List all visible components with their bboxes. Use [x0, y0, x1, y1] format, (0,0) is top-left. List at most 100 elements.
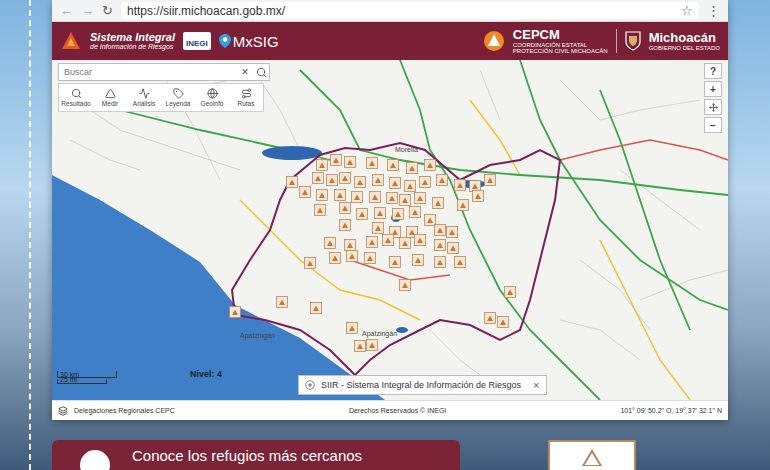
banner-text: Conoce los refugios más cercanos [132, 447, 362, 464]
shelter-pin-icon[interactable] [335, 190, 346, 201]
shelter-pin-icon[interactable] [433, 198, 444, 209]
shelter-pin-icon[interactable] [375, 208, 386, 219]
shelter-pin-icon[interactable] [317, 190, 328, 201]
shelter-pin-icon[interactable] [437, 175, 448, 186]
header-right: CEPCMCOORDINACIÓN ESTATALPROTECCIÓN CIVI… [483, 28, 720, 54]
tool-button[interactable]: Medir [93, 84, 127, 111]
shelter-pin-icon[interactable] [325, 238, 336, 249]
shelter-pin-icon[interactable] [313, 173, 324, 184]
tool-button[interactable]: Análisis [127, 84, 161, 111]
shelter-pin-icon[interactable] [505, 287, 516, 298]
shelter-pin-icon[interactable] [373, 175, 384, 186]
shelter-pin-icon[interactable] [330, 253, 341, 264]
shelter-pin-icon[interactable] [352, 192, 363, 203]
shelter-pin-icon[interactable] [413, 255, 424, 266]
shelter-pin-icon[interactable] [355, 341, 366, 352]
tool-button[interactable]: Geoinfo [195, 84, 229, 111]
shelter-pin-icon[interactable] [410, 207, 421, 218]
shelter-pin-icon[interactable] [498, 317, 509, 328]
shelter-pin-icon[interactable] [485, 175, 496, 186]
shelter-pin-icon[interactable] [415, 193, 426, 204]
shelter-pin-icon[interactable] [473, 191, 484, 202]
shelter-pin-icon[interactable] [315, 205, 326, 216]
shelter-pin-icon[interactable] [365, 253, 376, 264]
tool-button[interactable]: Resultado [59, 84, 93, 111]
shelter-pin-icon[interactable] [287, 177, 298, 188]
shelter-pin-icon[interactable] [470, 181, 481, 192]
shelter-pin-icon[interactable] [277, 297, 288, 308]
shelter-pin-icon[interactable] [435, 225, 446, 236]
shelter-pin-icon[interactable] [383, 235, 394, 246]
shelter-pin-icon[interactable] [355, 177, 366, 188]
shelter-pin-icon[interactable] [448, 243, 459, 254]
shelter-pin-icon[interactable] [300, 187, 311, 198]
address-bar[interactable]: https://siir.michoacan.gob.mx/☆ [121, 2, 699, 19]
shelter-pin-icon[interactable] [400, 238, 411, 249]
shelter-pin-icon[interactable] [455, 257, 466, 268]
shelter-pin-icon[interactable] [331, 155, 342, 166]
shelter-pin-icon[interactable] [455, 180, 466, 191]
shelter-pin-icon[interactable] [407, 163, 418, 174]
zoom-out-button[interactable]: − [704, 117, 722, 133]
shelter-pin-icon[interactable] [415, 235, 426, 246]
reload-button[interactable]: ↻ [102, 4, 113, 17]
shelter-pin-icon[interactable] [485, 313, 496, 324]
zoom-in-button[interactable]: + [704, 81, 722, 97]
shelter-pin-icon[interactable] [340, 203, 351, 214]
pan-button[interactable] [704, 99, 722, 115]
tool-button[interactable]: Leyenda [161, 84, 195, 111]
shelter-pin-icon[interactable] [425, 160, 436, 171]
ocean [52, 175, 385, 400]
shelter-pin-icon[interactable] [458, 200, 469, 211]
clear-button[interactable]: × [237, 65, 253, 79]
shelter-pin-icon[interactable] [435, 240, 446, 251]
shelter-pin-icon[interactable] [340, 173, 351, 184]
shelter-pin-icon[interactable] [345, 240, 356, 251]
shelter-pin-icon[interactable] [400, 280, 411, 291]
shelter-pin-icon[interactable] [347, 251, 358, 262]
forward-button[interactable]: → [81, 4, 94, 17]
shelter-pin-icon[interactable] [347, 323, 358, 334]
shelter-pin-icon[interactable] [367, 340, 378, 351]
shelter-pin-icon[interactable] [387, 193, 398, 204]
shelter-pin-icon[interactable] [230, 307, 241, 318]
shelter-pin-icon[interactable] [317, 160, 328, 171]
regions-icon [58, 406, 68, 416]
map-area[interactable]: MoreliaApatzingánApatzingán×ResultadoMed… [52, 60, 728, 400]
shelter-pin-icon[interactable] [435, 257, 446, 268]
shelter-pin-icon[interactable] [447, 227, 458, 238]
shelter-pin-icon[interactable] [305, 258, 316, 269]
shelter-pin-icon[interactable] [370, 192, 381, 203]
map-footer: Delegaciones Regionales CEPCDerechos Res… [52, 400, 728, 420]
shelter-pin-icon[interactable] [390, 178, 401, 189]
shelter-pin-icon[interactable] [393, 209, 404, 220]
help-button[interactable]: ? [704, 63, 722, 79]
shelter-pin-icon[interactable] [345, 157, 356, 168]
shelter-pin-icon[interactable] [373, 223, 384, 234]
shelter-pin-icon[interactable] [425, 215, 436, 226]
minor-road [70, 140, 140, 170]
shelter-pin-icon[interactable] [390, 257, 401, 268]
bookmark-star-button[interactable]: ☆ [681, 4, 693, 17]
highway [600, 90, 690, 330]
shelter-pin-icon[interactable] [367, 158, 378, 169]
bottom-row: Conoce los refugios más cercanos [52, 440, 770, 470]
shelter-pin-icon[interactable] [327, 175, 338, 186]
shelter-pin-icon[interactable] [400, 195, 411, 206]
back-button[interactable]: ← [60, 4, 73, 17]
regions-link[interactable]: Delegaciones Regionales CEPC [74, 407, 175, 414]
shelter-pin-icon[interactable] [340, 220, 351, 231]
shelter-pin-icon[interactable] [311, 303, 322, 314]
search-input[interactable] [59, 67, 237, 77]
browser-menu-button[interactable]: ⋮ [707, 4, 720, 17]
shelter-pin-icon[interactable] [357, 209, 368, 220]
shelter-pin-icon[interactable] [367, 237, 378, 248]
search-button[interactable] [253, 67, 269, 78]
shelter-pin-icon[interactable] [405, 181, 416, 192]
popup-close-button[interactable]: × [533, 379, 539, 391]
tool-button[interactable]: Rutas [229, 84, 263, 111]
minor-road [560, 320, 640, 360]
shelter-pin-icon[interactable] [420, 177, 431, 188]
map-toolbar: ResultadoMedirAnálisisLeyendaGeoinfoRuta… [58, 83, 264, 112]
shelter-pin-icon[interactable] [388, 160, 399, 171]
